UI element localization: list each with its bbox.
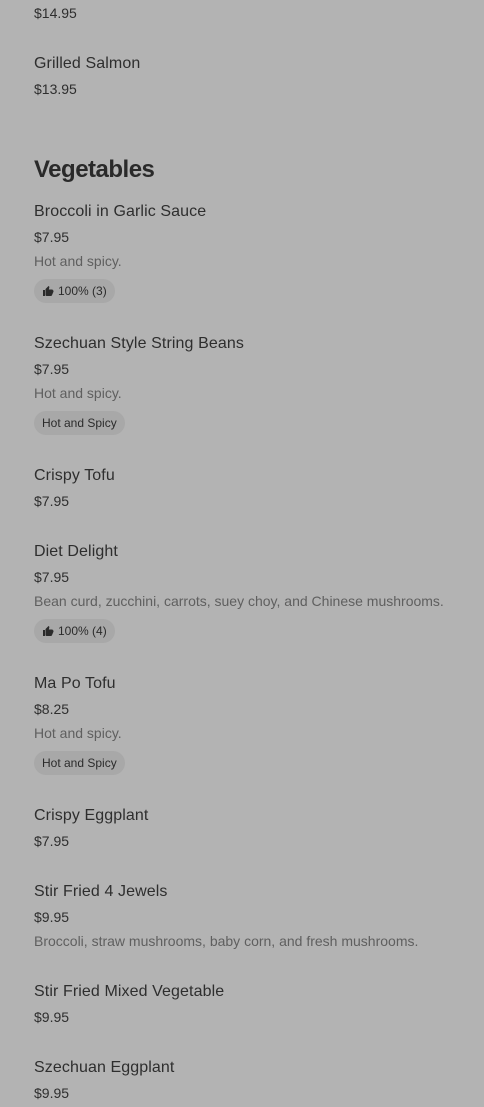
rating-badge: 100% (3) (34, 279, 115, 303)
item-price: $7.95 (34, 229, 70, 245)
badge-label: 100% (3) (58, 284, 107, 298)
item-price: $14.95 (34, 5, 77, 21)
item-description: Hot and spicy. (34, 385, 122, 401)
item-description: Bean curd, zucchini, carrots, suey choy,… (34, 593, 444, 609)
item-name[interactable]: Stir Fried 4 Jewels (34, 882, 168, 902)
item-description: Hot and spicy. (34, 253, 122, 269)
tag-badge: Hot and Spicy (34, 411, 125, 435)
item-name[interactable]: Crispy Tofu (34, 466, 115, 486)
item-price: $13.95 (34, 81, 77, 97)
badge-label: Hot and Spicy (42, 756, 117, 770)
item-name[interactable]: Broccoli in Garlic Sauce (34, 202, 206, 222)
item-price: $7.95 (34, 361, 70, 377)
item-price: $9.95 (34, 909, 70, 925)
item-name[interactable]: Grilled Salmon (34, 54, 140, 74)
item-name[interactable]: Crispy Eggplant (34, 806, 148, 826)
item-price: $9.95 (34, 1085, 70, 1101)
item-price: $8.25 (34, 701, 70, 717)
item-price: $7.95 (34, 833, 70, 849)
item-name[interactable]: Szechuan Style String Beans (34, 334, 244, 354)
item-name[interactable]: Stir Fried Mixed Vegetable (34, 982, 224, 1002)
item-name[interactable]: Szechuan Eggplant (34, 1058, 174, 1078)
item-price: $9.95 (34, 1009, 70, 1025)
badge-label: 100% (4) (58, 624, 107, 638)
item-price: $7.95 (34, 493, 70, 509)
badge-label: Hot and Spicy (42, 416, 117, 430)
section-title: Vegetables (34, 156, 155, 183)
item-description: Hot and spicy. (34, 725, 122, 741)
item-price: $7.95 (34, 569, 70, 585)
thumbs-up-icon (43, 286, 54, 296)
item-name[interactable]: Ma Po Tofu (34, 674, 116, 694)
tag-badge: Hot and Spicy (34, 751, 125, 775)
thumbs-up-icon (43, 626, 54, 636)
item-name[interactable]: Diet Delight (34, 542, 118, 562)
rating-badge: 100% (4) (34, 619, 115, 643)
item-description: Broccoli, straw mushrooms, baby corn, an… (34, 933, 419, 949)
